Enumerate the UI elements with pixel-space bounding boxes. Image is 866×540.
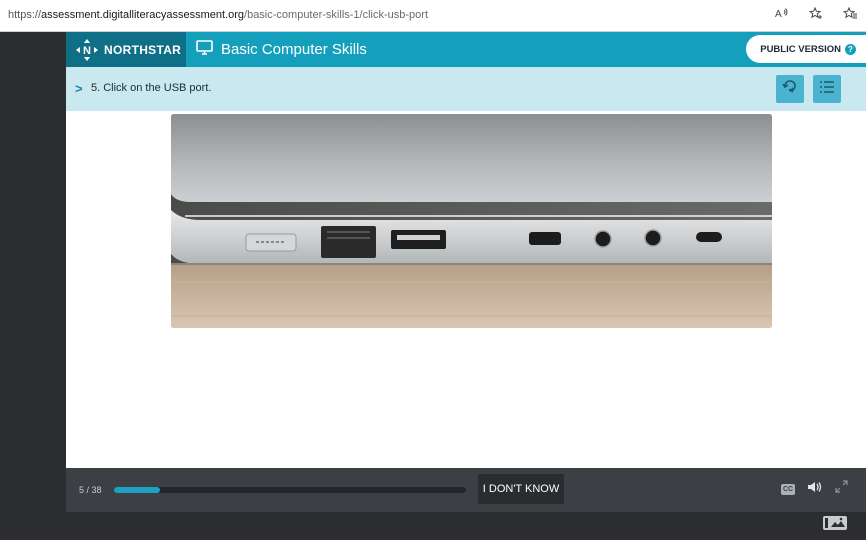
help-icon: ? — [845, 43, 856, 55]
question-text: 5. Click on the USB port. — [91, 82, 212, 94]
closed-captions-icon[interactable]: CC — [781, 483, 795, 495]
dont-know-button[interactable]: I DON'T KNOW — [478, 474, 564, 504]
progress-count: 5 / 38 — [79, 485, 102, 495]
public-version-label: PUBLIC VERSION — [760, 43, 841, 55]
fullscreen-icon[interactable] — [835, 480, 848, 498]
replay-audio-icon — [782, 79, 798, 100]
url-text[interactable]: https://assessment.digitalliteracyassess… — [8, 9, 428, 21]
menu-list-button[interactable] — [813, 75, 841, 103]
url-prefix: https:// — [8, 9, 42, 21]
assessment-app: N NORTHSTAR Basic Computer Skills PUBLIC… — [66, 32, 866, 512]
chevron-right-icon[interactable]: > — [75, 81, 83, 96]
monitor-icon — [196, 39, 213, 60]
url-host: assessment.digitalliteracyassessment.org — [41, 9, 245, 21]
favorites-icon[interactable] — [840, 6, 860, 22]
bottom-bar: 5 / 38 I DON'T KNOW CC — [66, 468, 866, 512]
laptop-ports-image[interactable] — [171, 114, 772, 328]
read-aloud-icon[interactable]: A — [772, 7, 792, 22]
northstar-logo-icon: N — [76, 38, 98, 61]
brand-name: NORTHSTAR — [104, 42, 182, 57]
svg-text:N: N — [83, 45, 91, 57]
browser-address-bar[interactable]: https://assessment.digitalliteracyassess… — [0, 0, 866, 32]
replay-audio-button[interactable] — [776, 75, 804, 103]
volume-icon[interactable] — [807, 480, 823, 498]
top-bar: N NORTHSTAR Basic Computer Skills PUBLIC… — [66, 32, 866, 67]
image-description-icon[interactable] — [823, 516, 847, 530]
url-path: /basic-computer-skills-1/click-usb-port — [244, 9, 429, 21]
public-version-button[interactable]: PUBLIC VERSION ? — [746, 35, 866, 63]
svg-text:A: A — [775, 9, 782, 19]
progress-fill — [114, 487, 161, 493]
progress-bar — [114, 487, 466, 493]
list-icon — [819, 80, 835, 99]
question-bar: > 5. Click on the USB port. — [66, 67, 866, 111]
favorite-add-icon[interactable] — [806, 6, 826, 22]
course-title: Basic Computer Skills — [221, 41, 367, 58]
brand-logo-area: N NORTHSTAR — [66, 32, 186, 67]
course-header: Basic Computer Skills — [196, 32, 367, 67]
